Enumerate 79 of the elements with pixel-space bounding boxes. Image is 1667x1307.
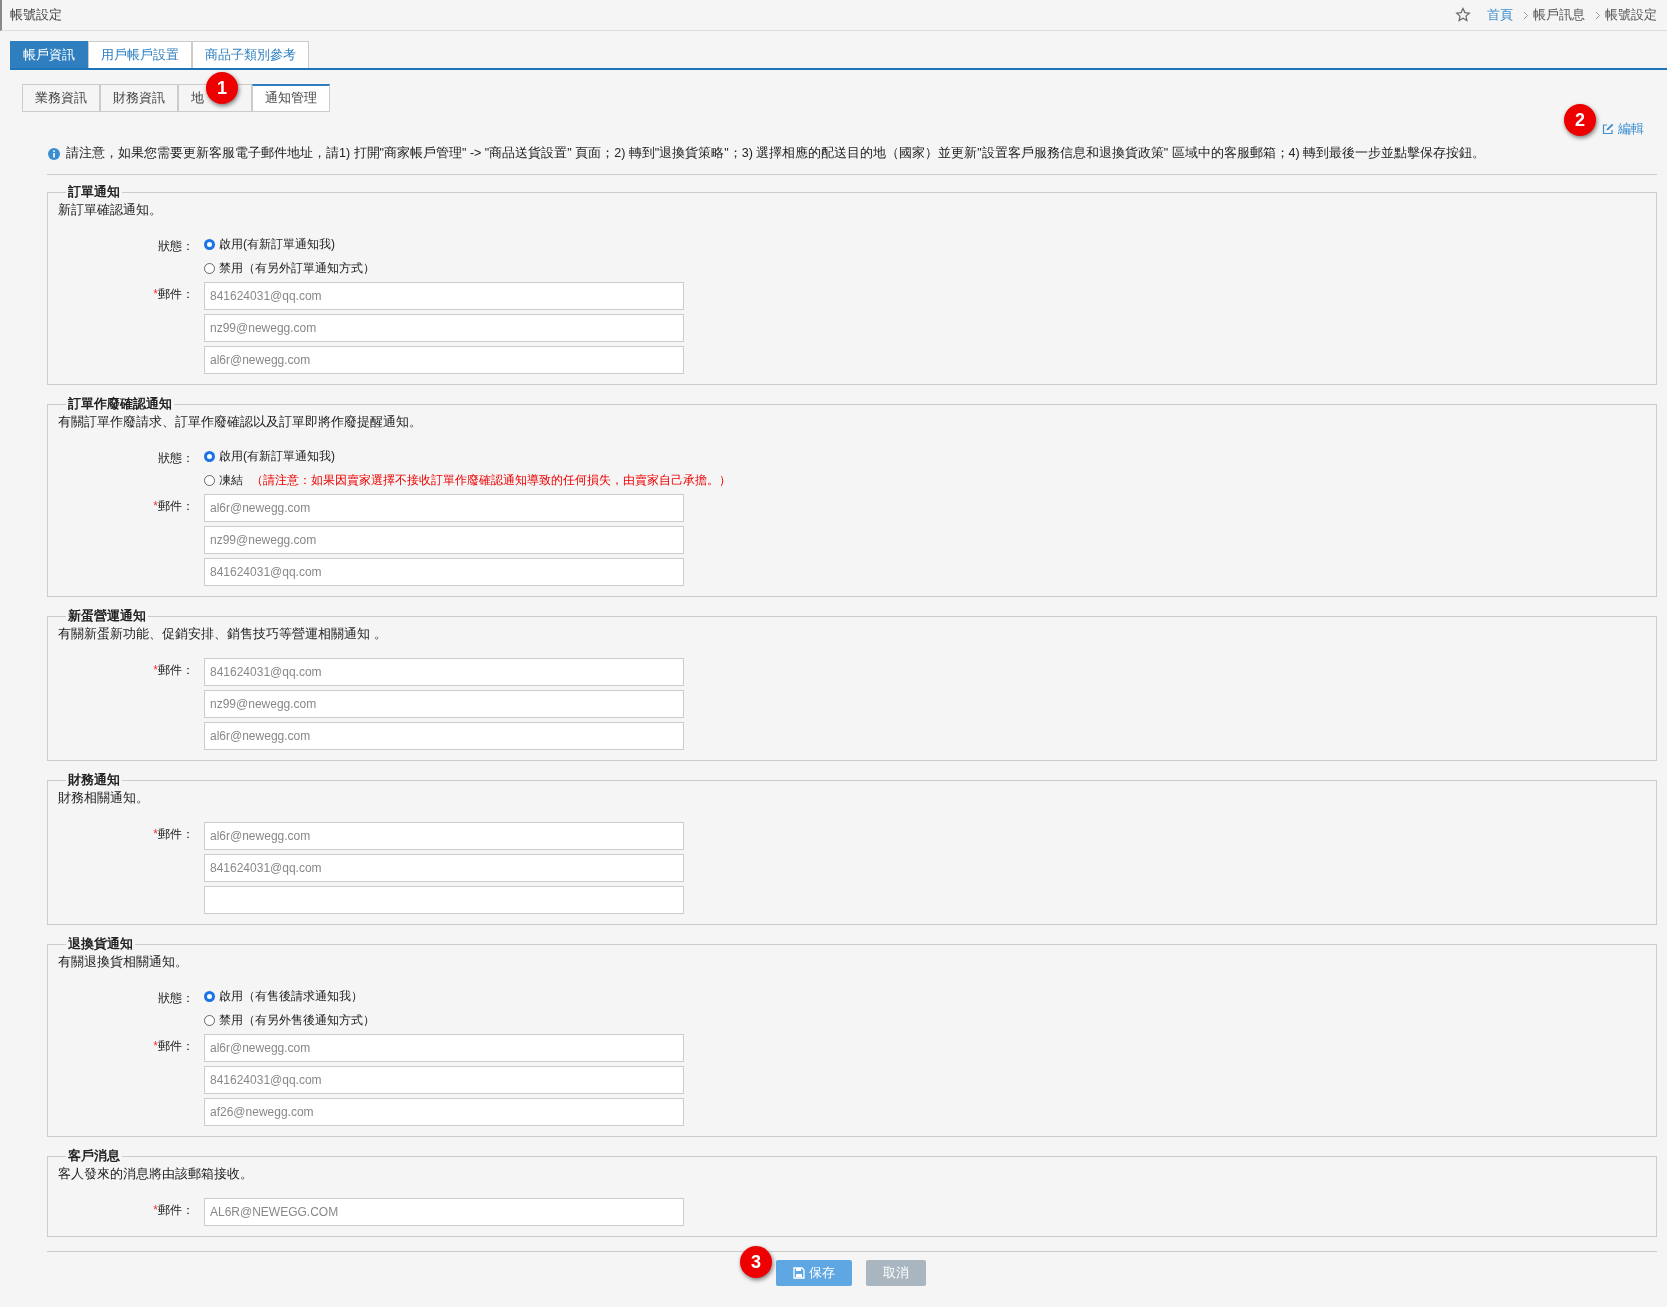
email-field[interactable]: 841624031@qq.com: [204, 854, 684, 882]
field-label: 郵件：: [158, 827, 194, 841]
tab[interactable]: 商品子類別參考: [192, 41, 309, 68]
option-label: 禁用（有另外售後通知方式）: [219, 1011, 375, 1029]
section-description: 財務相關通知。: [58, 789, 150, 807]
email-field[interactable]: 841624031@qq.com: [204, 658, 684, 686]
email-field[interactable]: nz99@newegg.com: [204, 690, 684, 718]
tab[interactable]: 業務資訊: [22, 84, 100, 112]
required-mark: *: [153, 827, 158, 841]
tab[interactable]: 財務資訊: [100, 84, 178, 112]
required-mark: *: [153, 663, 158, 677]
field-label: 郵件：: [158, 1203, 194, 1217]
breadcrumb-item: 帳戶訊息: [1533, 6, 1585, 24]
option-label: 啟用(有新訂單通知我): [219, 447, 335, 465]
email-field[interactable]: 841624031@qq.com: [204, 282, 684, 310]
email-field[interactable]: 841624031@qq.com: [204, 1066, 684, 1094]
radio-button[interactable]: [204, 262, 215, 274]
field-label: 郵件：: [158, 1039, 194, 1053]
cancel-button[interactable]: 取消: [866, 1260, 926, 1286]
section-title: 客戶消息: [67, 1147, 121, 1165]
section-title: 訂單通知: [67, 183, 121, 201]
chevron-icon: [1595, 10, 1601, 20]
email-field[interactable]: 841624031@qq.com: [204, 558, 684, 586]
warning-note: （請注意：如果因賣家選擇不接收訂單作廢確認通知導致的任何損失，由賣家自己承擔。）: [251, 471, 731, 489]
required-mark: *: [153, 1039, 158, 1053]
save-icon: [793, 1267, 805, 1279]
section-description: 有關新蛋新功能、促銷安排、銷售技巧等營運相關通知 。: [58, 625, 388, 643]
callout-badge: 3: [740, 1246, 772, 1278]
edit-link[interactable]: 編輯: [1602, 119, 1644, 139]
field-label: 郵件：: [158, 663, 194, 677]
info-icon: [48, 147, 60, 160]
callout-badge: 2: [1564, 104, 1596, 136]
section-description: 有關訂單作廢請求、訂單作廢確認以及訂單即將作廢提醒通知。: [58, 413, 423, 431]
radio-button[interactable]: [204, 1014, 215, 1026]
star-icon[interactable]: [1455, 7, 1471, 23]
option-label: 禁用（有另外訂單通知方式）: [219, 259, 375, 277]
section-description: 新訂單確認通知。: [58, 201, 163, 219]
section-title: 新蛋營運通知: [67, 607, 147, 625]
email-field[interactable]: al6r@newegg.com: [204, 346, 684, 374]
email-field[interactable]: nz99@newegg.com: [204, 314, 684, 342]
email-field[interactable]: al6r@newegg.com: [204, 722, 684, 750]
callout-badge: 1: [206, 72, 238, 104]
field-label: 郵件：: [158, 499, 194, 513]
chevron-icon: [1523, 10, 1529, 20]
section-title: 訂單作廢確認通知: [67, 395, 173, 413]
page-title: 帳號設定: [10, 6, 62, 24]
radio-button[interactable]: [204, 450, 215, 462]
section-description: 客人發來的消息將由該郵箱接收。: [58, 1165, 254, 1183]
email-field[interactable]: al6r@newegg.com: [204, 494, 684, 522]
email-field[interactable]: nz99@newegg.com: [204, 526, 684, 554]
option-label: 凍結: [219, 471, 243, 489]
field-label: 狀態：: [158, 451, 194, 465]
email-field[interactable]: al6r@newegg.com: [204, 1034, 684, 1062]
tab[interactable]: 帳戶資訊: [10, 41, 88, 68]
notice-text: 請注意，如果您需要更新客服電子郵件地址，請1) 打開"商家帳戶管理" -> "商品送貨設置" 頁面；2) 轉到"退換貨策略"；3) 選擇相應的配送目的地（國家）並更新"設置客戶服務信息和退換貨政策" 區域中的客服郵箱；4) 轉到最後一步並點擊保存按鈕。: [66, 145, 1486, 162]
required-mark: *: [153, 499, 158, 513]
field-label: 狀態：: [158, 991, 194, 1005]
option-label: 啟用(有新訂單通知我): [219, 235, 335, 253]
radio-button[interactable]: [204, 474, 215, 486]
required-mark: *: [153, 1203, 158, 1217]
tab[interactable]: 用戶帳戶設置: [88, 41, 192, 68]
section-title: 退換貨通知: [67, 935, 134, 953]
email-field[interactable]: af26@newegg.com: [204, 1098, 684, 1126]
email-field[interactable]: al6r@newegg.com: [204, 822, 684, 850]
radio-button[interactable]: [204, 990, 215, 1002]
section-title: 財務通知: [67, 771, 121, 789]
breadcrumb-item: 帳號設定: [1605, 6, 1657, 24]
edit-icon: [1602, 123, 1614, 135]
option-label: 啟用（有售後請求通知我）: [219, 987, 363, 1005]
section-description: 有關退換貨相關通知。: [58, 953, 189, 971]
field-label: 郵件：: [158, 287, 194, 301]
email-field[interactable]: [204, 886, 684, 914]
radio-button[interactable]: [204, 238, 215, 250]
email-field[interactable]: AL6R@NEWEGG.COM: [204, 1198, 684, 1226]
save-button[interactable]: 保存: [776, 1260, 852, 1286]
breadcrumb-link[interactable]: 首頁: [1487, 6, 1513, 24]
field-label: 狀態：: [158, 239, 194, 253]
required-mark: *: [153, 287, 158, 301]
tab[interactable]: 通知管理: [252, 84, 330, 112]
